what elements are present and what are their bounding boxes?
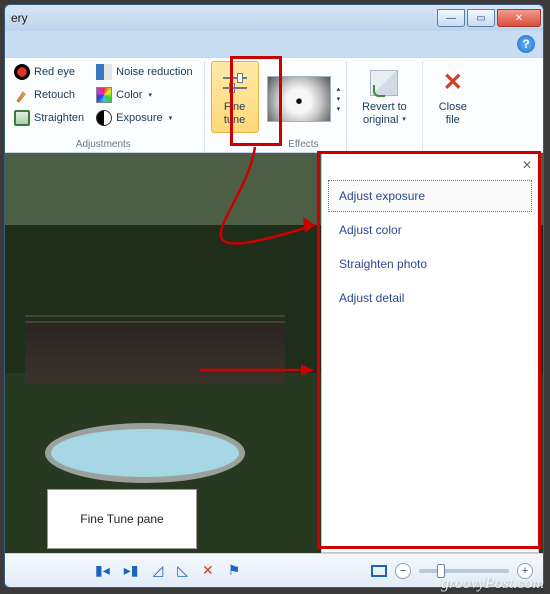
color-icon xyxy=(96,87,112,103)
panel-items: Adjust exposure Adjust color Straighten … xyxy=(322,180,538,314)
color-button[interactable]: Color ▾ xyxy=(91,84,197,106)
maximize-button[interactable]: ▭ xyxy=(467,9,495,27)
help-icon[interactable]: ? xyxy=(517,35,535,53)
straighten-label: Straighten xyxy=(34,112,84,124)
chevron-down-icon: ▾ xyxy=(169,114,173,122)
next-icon[interactable]: ▸▮ xyxy=(124,562,139,579)
revert-label-2: original xyxy=(363,114,398,126)
color-label: Color xyxy=(116,89,142,101)
close-label-1: Close xyxy=(439,101,467,113)
fine-tune-panel: ✕ Adjust exposure Adjust color Straighte… xyxy=(321,153,539,553)
group-effects-label: Effects xyxy=(267,137,341,152)
group-close: ✕ Close file xyxy=(429,61,483,152)
chevron-down-icon: ▾ xyxy=(148,91,152,99)
panel-item-adjust-detail[interactable]: Adjust detail xyxy=(328,282,532,314)
panel-close-icon[interactable]: ✕ xyxy=(522,158,532,172)
zoom-in-button[interactable]: + xyxy=(517,563,533,579)
effects-more-icon[interactable]: ▾ xyxy=(337,105,341,113)
zoom-slider[interactable] xyxy=(419,569,509,573)
close-file-button[interactable]: ✕ Close file xyxy=(429,61,477,133)
group-effects: ▴ ▾ ▾ Effects xyxy=(267,61,348,152)
straighten-button[interactable]: Straighten xyxy=(9,107,89,129)
bottom-toolbar: ▮◂ ▸▮ ◿ ◺ ✕ ⚑ − + xyxy=(5,553,543,587)
revert-label-1: Revert to xyxy=(362,101,407,113)
titlebar: ery — ▭ ✕ xyxy=(5,5,543,31)
chevron-down-icon: ▾ xyxy=(402,116,406,124)
redeye-button[interactable]: Red eye xyxy=(9,61,89,83)
fit-to-window-icon[interactable] xyxy=(371,565,387,577)
effect-thumbnail[interactable] xyxy=(267,76,331,122)
retouch-label: Retouch xyxy=(34,89,75,101)
exposure-button[interactable]: Exposure ▾ xyxy=(91,107,197,129)
annotation-callout: Fine Tune pane xyxy=(47,489,197,549)
redeye-label: Red eye xyxy=(34,66,75,78)
window-controls: — ▭ ✕ xyxy=(437,9,543,27)
window-title: ery xyxy=(11,11,28,25)
rotate-right-icon[interactable]: ◺ xyxy=(177,562,188,579)
exposure-label: Exposure xyxy=(116,112,162,124)
retouch-button[interactable]: Retouch xyxy=(9,84,89,106)
group-finetune: Fine tune xyxy=(211,61,261,152)
prev-icon[interactable]: ▮◂ xyxy=(95,562,110,579)
zoom-controls: − + xyxy=(371,563,533,579)
noise-reduction-button[interactable]: Noise reduction xyxy=(91,61,197,83)
close-x-icon: ✕ xyxy=(438,68,468,98)
content-area: ✕ Adjust exposure Adjust color Straighte… xyxy=(5,153,543,553)
retouch-icon xyxy=(14,87,30,103)
fine-tune-label-1: Fine xyxy=(224,101,245,113)
ribbon: Red eye Retouch Straighten Noise reducti… xyxy=(5,57,543,153)
noise-reduction-label: Noise reduction xyxy=(116,66,192,78)
revert-button[interactable]: Revert to original ▾ xyxy=(353,61,416,133)
exposure-icon xyxy=(96,110,112,126)
fine-tune-label-2: tune xyxy=(224,114,245,126)
zoom-out-button[interactable]: − xyxy=(395,563,411,579)
rotate-left-icon[interactable]: ◿ xyxy=(152,562,163,579)
flag-icon[interactable]: ⚑ xyxy=(228,562,241,579)
window-close-button[interactable]: ✕ xyxy=(497,9,541,27)
effects-scroll-up-icon[interactable]: ▴ xyxy=(337,85,341,93)
panel-item-adjust-color[interactable]: Adjust color xyxy=(328,214,532,246)
group-adjustments-label: Adjustments xyxy=(9,137,198,152)
delete-icon[interactable]: ✕ xyxy=(202,562,214,579)
redeye-icon xyxy=(14,64,30,80)
noise-reduction-icon xyxy=(96,64,112,80)
minimize-button[interactable]: — xyxy=(437,9,465,27)
straighten-icon xyxy=(14,110,30,126)
close-label-2: file xyxy=(439,114,467,126)
help-row: ? xyxy=(5,31,543,57)
fine-tune-button[interactable]: Fine tune xyxy=(211,61,259,133)
panel-item-straighten-photo[interactable]: Straighten photo xyxy=(328,248,532,280)
group-adjustments: Red eye Retouch Straighten Noise reducti… xyxy=(9,61,205,152)
zoom-slider-handle[interactable] xyxy=(437,564,445,578)
sliders-icon xyxy=(220,68,250,98)
revert-icon xyxy=(369,68,399,98)
effects-scroll-down-icon[interactable]: ▾ xyxy=(337,95,341,103)
photo-gallery-window: ery — ▭ ✕ ? Red eye Retouch xyxy=(4,4,544,588)
panel-item-adjust-exposure[interactable]: Adjust exposure xyxy=(328,180,532,212)
group-revert: Revert to original ▾ xyxy=(353,61,423,152)
